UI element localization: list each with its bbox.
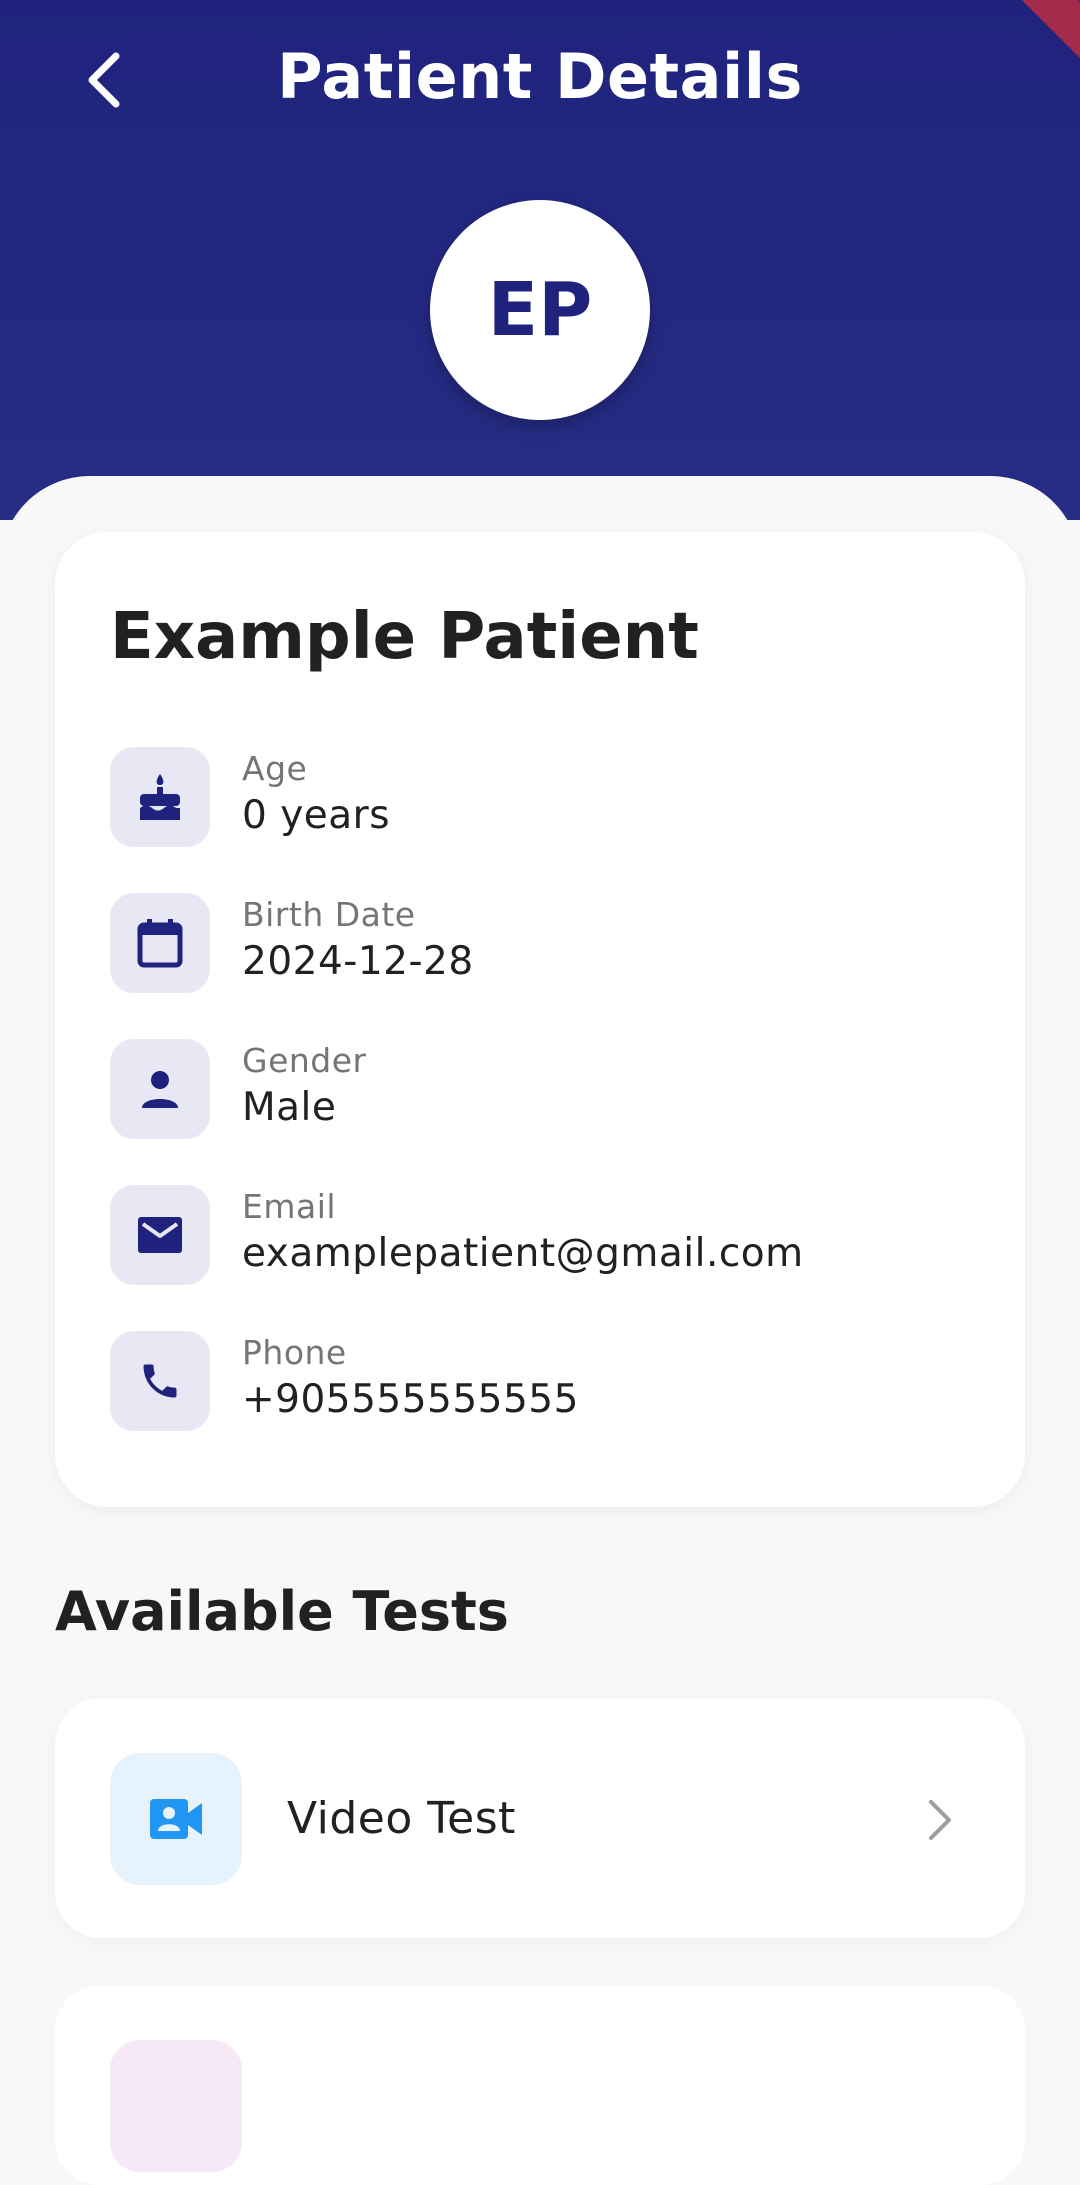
calendar-icon xyxy=(137,919,183,968)
mail-icon xyxy=(138,1217,182,1253)
person-icon-box xyxy=(110,1039,210,1139)
chevron-right-icon xyxy=(915,1790,965,1850)
video-icon-box xyxy=(110,1753,242,1885)
cake-icon-box xyxy=(110,747,210,847)
phone-icon-box xyxy=(110,1331,210,1431)
info-row-gender: Gender Male xyxy=(110,1039,970,1139)
mail-icon-box xyxy=(110,1185,210,1285)
age-value: 0 years xyxy=(242,793,391,838)
info-row-birth-date: Birth Date 2024-12-28 xyxy=(110,893,970,993)
app-header: Patient Details EP xyxy=(0,0,1080,520)
person-icon xyxy=(142,1071,178,1108)
video-test-label: Video Test xyxy=(287,1793,516,1844)
info-row-phone: Phone +905555555555 xyxy=(110,1331,970,1431)
next-test-card[interactable] xyxy=(55,1985,1025,2185)
email-value: examplepatient@gmail.com xyxy=(242,1231,804,1276)
next-test-icon-box xyxy=(110,2040,242,2172)
patient-info-card: Example Patient Age 0 years Birth Date 2… xyxy=(55,532,1025,1507)
phone-label: Phone xyxy=(242,1333,347,1372)
video-contact-icon xyxy=(150,1799,202,1839)
page-title: Patient Details xyxy=(277,40,803,113)
patient-name: Example Patient xyxy=(110,600,699,674)
birth-date-value: 2024-12-28 xyxy=(242,939,474,984)
email-label: Email xyxy=(242,1187,337,1226)
cake-icon xyxy=(140,774,180,820)
info-row-age: Age 0 years xyxy=(110,747,970,847)
phone-icon xyxy=(143,1364,177,1398)
gender-value: Male xyxy=(242,1085,337,1130)
phone-value: +905555555555 xyxy=(242,1377,579,1422)
gender-label: Gender xyxy=(242,1041,367,1080)
birth-date-label: Birth Date xyxy=(242,895,416,934)
video-test-card[interactable]: Video Test xyxy=(55,1698,1025,1938)
calendar-icon-box xyxy=(110,893,210,993)
info-row-email: Email examplepatient@gmail.com xyxy=(110,1185,970,1285)
available-tests-title: Available Tests xyxy=(55,1580,509,1643)
avatar: EP xyxy=(430,200,650,420)
avatar-initials: EP xyxy=(487,267,593,353)
age-label: Age xyxy=(242,749,308,788)
